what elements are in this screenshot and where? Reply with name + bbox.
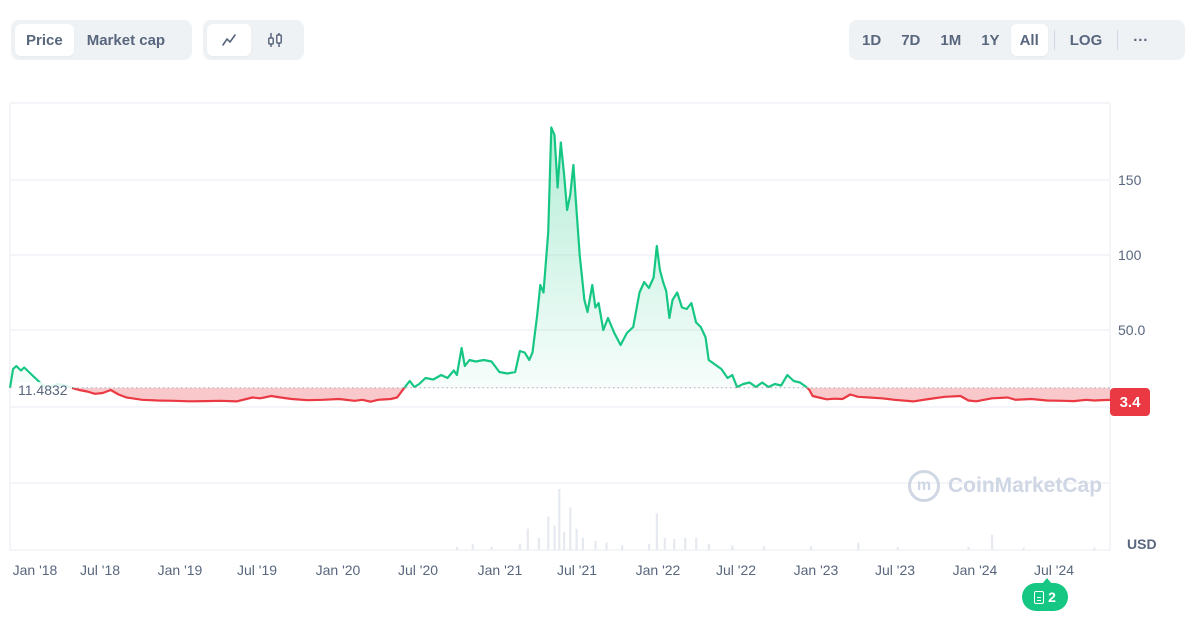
volume-bar: [594, 540, 597, 550]
volume-bar: [490, 546, 493, 550]
y-tick-label: 150: [1118, 172, 1142, 188]
volume-bar: [569, 507, 572, 550]
x-tick-label: Jan '20: [316, 562, 361, 578]
volume-bar: [857, 542, 860, 550]
news-count: 2: [1048, 589, 1056, 605]
x-tick-label: Jul '20: [398, 562, 438, 578]
volume-bar: [762, 546, 765, 550]
x-tick-label: Jul '18: [80, 562, 120, 578]
volume-bar: [707, 543, 710, 550]
news-badge[interactable]: 2: [1022, 578, 1068, 611]
volume-bar: [526, 528, 529, 550]
volume-bar: [1022, 547, 1025, 550]
volume-bar: [1093, 547, 1096, 550]
x-tick-label: Jan '23: [794, 562, 839, 578]
volume-bar: [553, 525, 556, 550]
volume-bar: [810, 546, 813, 550]
volume-bar: [547, 516, 550, 550]
volume-bar: [581, 537, 585, 550]
volume-bar: [575, 528, 578, 550]
x-tick-label: Jan '22: [636, 562, 681, 578]
baseline-price-label: 11.4832: [14, 382, 72, 398]
volume-bar: [562, 531, 566, 550]
up-segment: [8, 126, 1110, 388]
coinmarketcap-watermark: m CoinMarketCap: [908, 470, 1102, 502]
x-tick-label: Jan '19: [158, 562, 203, 578]
volume-bar: [605, 542, 608, 550]
x-tick-label: Jul '21: [557, 562, 597, 578]
x-tick-label: Jul '22: [716, 562, 756, 578]
volume-bar: [537, 537, 540, 550]
coinmarketcap-logo-icon: m: [908, 470, 940, 502]
volume-bar: [655, 513, 658, 550]
volume-bar: [967, 546, 970, 550]
volume-bar: [455, 546, 459, 550]
x-tick-label: Jul '23: [875, 562, 915, 578]
x-tick-label: Jul '19: [237, 562, 277, 578]
volume-bar: [731, 545, 734, 550]
volume-bar: [621, 545, 624, 550]
y-tick-label: 100: [1118, 247, 1142, 263]
volume-bar: [695, 537, 698, 550]
x-tick-label: Jan '24: [953, 562, 998, 578]
document-icon: [1034, 590, 1045, 604]
current-price-badge: 3.4: [1110, 388, 1150, 416]
x-tick-label: Jan '18: [13, 562, 58, 578]
volume-bar: [990, 534, 994, 550]
volume-bar: [518, 543, 522, 550]
x-tick-label: Jul '24: [1034, 562, 1074, 578]
volume-bar: [558, 489, 561, 550]
currency-label: USD: [1127, 536, 1157, 552]
volume-bar: [471, 543, 474, 550]
watermark-text: CoinMarketCap: [948, 474, 1103, 497]
volume-bar: [684, 537, 687, 550]
price-chart[interactable]: 50.0 100 150 Jan '18 Jul '18 Jan '19 Jul '19 Ja…: [0, 0, 1200, 618]
x-tick-label: Jan '21: [478, 562, 523, 578]
y-tick-label: 50.0: [1118, 322, 1145, 338]
volume-bar: [663, 537, 666, 550]
volume-bar: [647, 543, 651, 550]
volume-bar: [896, 546, 899, 550]
volume-bar: [673, 539, 676, 550]
chart-svg: 50.0 100 150 Jan '18 Jul '18 Jan '19 Jul '19 Ja…: [8, 102, 1145, 578]
